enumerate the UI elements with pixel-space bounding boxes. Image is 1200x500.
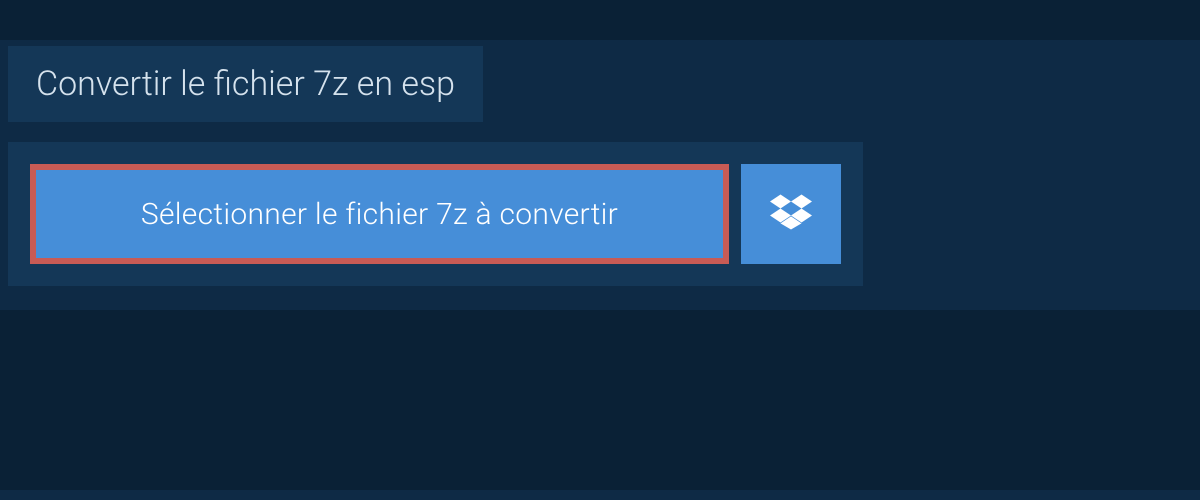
bottom-band — [0, 310, 1200, 490]
dropbox-icon — [770, 191, 812, 237]
title-tab: Convertir le fichier 7z en esp — [8, 46, 483, 122]
page-title: Convertir le fichier 7z en esp — [36, 64, 455, 104]
button-panel: Sélectionner le fichier 7z à convertir — [8, 142, 863, 286]
select-file-button[interactable]: Sélectionner le fichier 7z à convertir — [30, 164, 729, 264]
top-band — [0, 0, 1200, 40]
select-file-label: Sélectionner le fichier 7z à convertir — [141, 197, 618, 232]
dropbox-button[interactable] — [741, 164, 841, 264]
